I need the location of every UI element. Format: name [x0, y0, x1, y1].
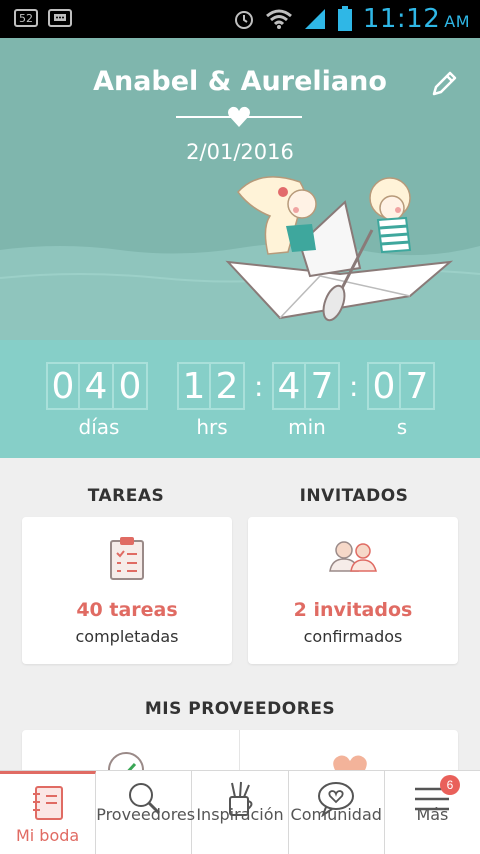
nav-label: Mi boda — [15, 826, 80, 845]
digit: 2 — [211, 362, 245, 410]
countdown-hours: 1 2 — [177, 362, 245, 410]
nav-mas[interactable]: 6 Más — [385, 771, 480, 854]
digit: 7 — [401, 362, 435, 410]
nav-comunidad[interactable]: Comunidad — [289, 771, 385, 854]
battery-icon — [337, 6, 352, 31]
digit: 1 — [177, 362, 211, 410]
nav-label: Más — [416, 805, 449, 824]
tasks-count: 40 tareas — [76, 599, 178, 621]
guests-title: INVITADOS — [299, 486, 409, 506]
nav-inspiracion[interactable]: Inspiración — [192, 771, 289, 854]
countdown-minutes: 4 7 — [272, 362, 340, 410]
digit: 0 — [46, 362, 80, 410]
battery-notification-icon: 52 — [14, 9, 38, 27]
signal-icon — [304, 9, 325, 29]
guests-icon — [329, 541, 377, 572]
clock-time: 11:12 AM — [362, 4, 470, 34]
couple-boat-illustration — [0, 176, 480, 340]
guests-count: 2 invitados — [293, 599, 413, 621]
separator: : — [349, 370, 359, 403]
nav-mi-boda[interactable]: Mi boda — [0, 771, 97, 854]
couple-names: Anabel & Aureliano — [93, 66, 387, 97]
digit: 4 — [80, 362, 114, 410]
countdown-seconds: 0 7 — [367, 362, 435, 410]
status-bar: 52 11:12 AM — [0, 0, 480, 38]
wedding-header: Anabel & Aureliano 2/01/2016 — [0, 38, 480, 340]
message-notification-icon — [48, 9, 72, 27]
nav-label: Proveedores — [96, 805, 196, 824]
guests-card[interactable]: 2 invitados confirmados — [248, 517, 458, 664]
minutes-label: min — [288, 415, 326, 439]
digit: 7 — [306, 362, 340, 410]
tasks-title: TAREAS — [87, 486, 165, 506]
digit: 0 — [114, 362, 148, 410]
tasks-sub: completadas — [75, 627, 179, 646]
bottom-navigation: Mi boda Proveedores Inspiración Comunida… — [0, 770, 480, 854]
notification-badge: 6 — [440, 775, 461, 795]
seconds-label: s — [396, 415, 408, 439]
alarm-icon — [234, 11, 253, 29]
nav-label: Comunidad — [290, 805, 382, 824]
days-label: días — [78, 415, 120, 439]
notebook-icon — [32, 786, 63, 820]
clipboard-icon — [110, 537, 144, 580]
tasks-card[interactable]: 40 tareas completadas — [22, 517, 232, 664]
vendors-title: MIS PROVEEDORES — [144, 699, 336, 719]
hours-label: hrs — [196, 415, 228, 439]
wifi-icon — [265, 9, 292, 29]
countdown-days: 0 4 0 — [46, 362, 148, 410]
guests-sub: confirmados — [303, 627, 403, 646]
nav-proveedores[interactable]: Proveedores — [96, 771, 196, 854]
edit-pencil-icon[interactable] — [428, 68, 460, 100]
wedding-countdown: 0 4 0 1 2 : 4 7 : 0 7 días hrs min s — [0, 340, 480, 458]
digit: 4 — [272, 362, 306, 410]
heart-icon — [228, 106, 250, 127]
digit: 0 — [367, 362, 401, 410]
nav-label: Inspiración — [196, 805, 284, 824]
separator: : — [254, 370, 264, 403]
